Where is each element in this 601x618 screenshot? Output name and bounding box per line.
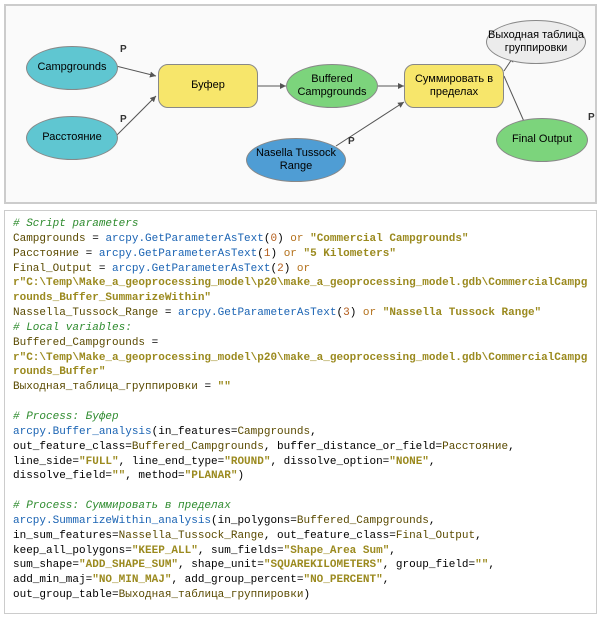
label: Buffered Campgrounds xyxy=(287,73,377,99)
node-distance[interactable]: Расстояние xyxy=(26,116,118,160)
node-buffer-tool[interactable]: Буфер xyxy=(158,64,258,108)
node-output-table[interactable]: Выходная таблица группировки xyxy=(486,20,586,64)
param-badge: P xyxy=(588,112,595,123)
param-badge: P xyxy=(348,136,355,147)
param-badge: P xyxy=(120,114,127,125)
comment: # Script parameters xyxy=(13,218,138,230)
model-diagram: Campgrounds P Расстояние P Буфер Buffere… xyxy=(4,4,597,204)
param-badge: P xyxy=(120,44,127,55)
node-buffered[interactable]: Buffered Campgrounds xyxy=(286,64,378,108)
label: Campgrounds xyxy=(37,61,106,74)
label: Выходная таблица группировки xyxy=(487,29,585,55)
label: Nasella Tussock Range xyxy=(247,147,345,173)
label: Суммировать в пределах xyxy=(405,73,503,99)
script-code: # Script parameters Campgrounds = arcpy.… xyxy=(4,210,597,614)
node-final-output[interactable]: Final Output xyxy=(496,118,588,162)
label: Буфер xyxy=(191,79,225,92)
node-campgrounds[interactable]: Campgrounds xyxy=(26,46,118,90)
label: Расстояние xyxy=(42,131,101,144)
label: Final Output xyxy=(512,133,572,146)
var: Campgrounds xyxy=(13,233,86,245)
node-nasella[interactable]: Nasella Tussock Range xyxy=(246,138,346,182)
node-summarize-tool[interactable]: Суммировать в пределах xyxy=(404,64,504,108)
func: arcpy.GetParameterAsText xyxy=(105,233,263,245)
